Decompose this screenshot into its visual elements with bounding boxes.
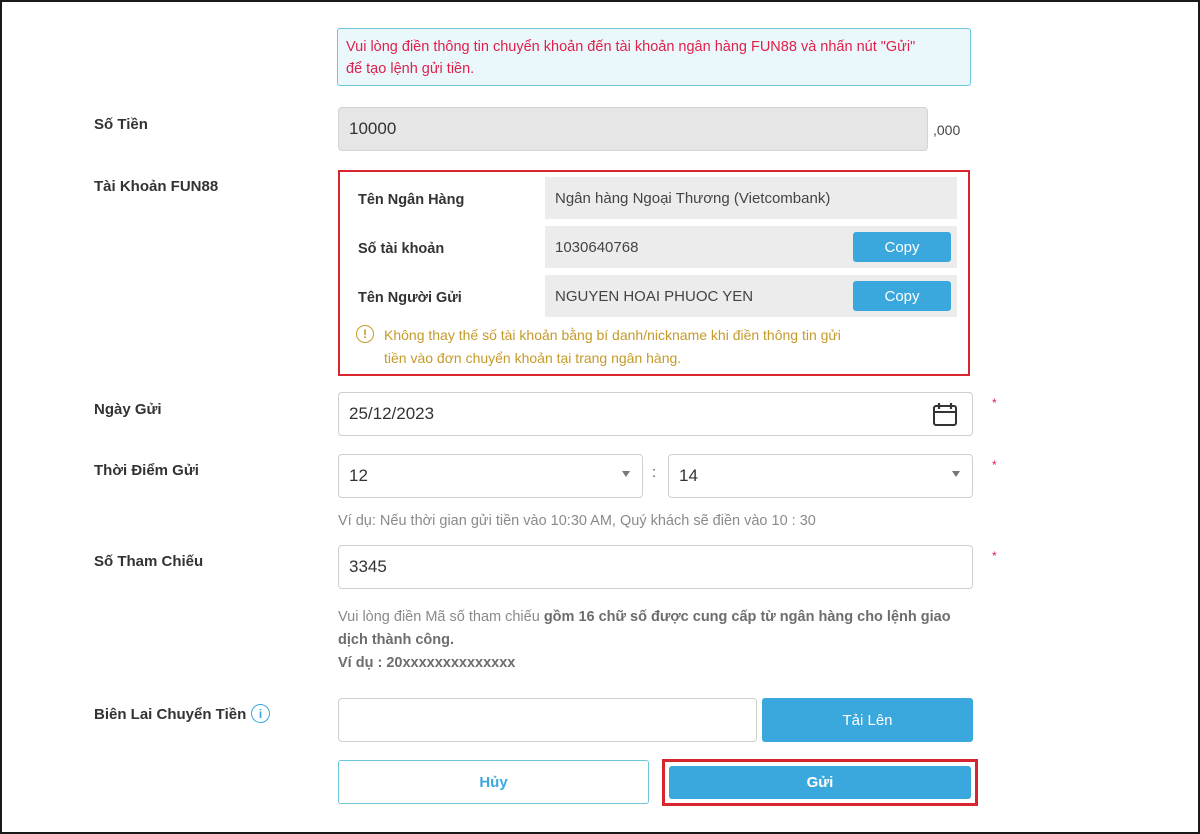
account-number-label: Số tài khoản xyxy=(358,241,445,257)
sender-name-field: NGUYEN HOAI PHUOC YEN Copy xyxy=(545,275,957,317)
reference-label: Số Tham Chiếu xyxy=(94,553,204,570)
reference-example: Ví dụ : 20xxxxxxxxxxxxxx xyxy=(338,655,516,671)
date-required-mark: * xyxy=(992,396,997,410)
receipt-label-text: Biên Lai Chuyển Tiền xyxy=(94,706,247,723)
submit-button[interactable]: Gửi xyxy=(669,766,971,799)
upload-button[interactable]: Tải Lên xyxy=(762,698,973,742)
date-value: 25/12/2023 xyxy=(349,404,435,423)
minute-value: 14 xyxy=(679,466,698,485)
amount-input[interactable]: 10000 xyxy=(338,107,928,151)
notice-line-2: để tạo lệnh gửi tiền. xyxy=(346,61,475,77)
info-icon[interactable]: i xyxy=(251,704,270,723)
account-label: Tài Khoản FUN88 xyxy=(94,178,219,195)
account-warning: ! Không thay thế số tài khoản bằng bí da… xyxy=(356,324,916,370)
date-input[interactable]: 25/12/2023 xyxy=(338,392,973,436)
submit-highlight: Gửi xyxy=(662,759,978,806)
account-number-value: 1030640768 xyxy=(555,238,639,256)
copy-account-number-button[interactable]: Copy xyxy=(853,232,951,262)
date-label: Ngày Gửi xyxy=(94,401,162,418)
reference-hint-bold-2: dịch thành công. xyxy=(338,632,454,648)
amount-label: Số Tiền xyxy=(94,116,148,133)
hour-value: 12 xyxy=(349,466,368,485)
receipt-label: Biên Lai Chuyển Tiền xyxy=(94,706,246,723)
warning-line-2: tiền vào đơn chuyển khoản tại trang ngân… xyxy=(384,350,682,366)
reference-hint-bold: gồm 16 chữ số được cung cấp từ ngân hàng… xyxy=(543,609,951,625)
time-required-mark: * xyxy=(992,458,997,472)
time-label: Thời Điểm Gửi xyxy=(94,462,199,479)
bank-name-field: Ngân hàng Ngoại Thương (Vietcombank) xyxy=(545,177,957,219)
warning-icon: ! xyxy=(356,325,374,343)
time-separator: : xyxy=(652,464,657,481)
reference-hint-prefix: Vui lòng điền Mã số tham chiếu xyxy=(338,609,544,625)
sender-name-value: NGUYEN HOAI PHUOC YEN xyxy=(555,287,754,305)
hour-select[interactable]: 12 xyxy=(338,454,643,498)
reference-value: 3345 xyxy=(349,557,387,576)
reference-hint: Vui lòng điền Mã số tham chiếu gồm 16 ch… xyxy=(338,606,998,675)
account-number-field: 1030640768 Copy xyxy=(545,226,957,268)
reference-required-mark: * xyxy=(992,549,997,563)
chevron-down-icon xyxy=(622,471,630,477)
notice-line-1: Vui lòng điền thông tin chuyển khoản đến… xyxy=(346,39,916,55)
instruction-notice: Vui lòng điền thông tin chuyển khoản đến… xyxy=(337,28,971,86)
amount-suffix: ,000 xyxy=(933,122,961,138)
minute-select[interactable]: 14 xyxy=(668,454,973,498)
warning-line-1: Không thay thế số tài khoản bằng bí danh… xyxy=(384,327,841,343)
bank-name-value: Ngân hàng Ngoại Thương (Vietcombank) xyxy=(555,189,831,207)
receipt-file-input[interactable] xyxy=(338,698,757,742)
bank-name-label: Tên Ngân Hàng xyxy=(358,192,465,208)
calendar-icon[interactable] xyxy=(932,401,958,427)
account-details-box: Tên Ngân Hàng Ngân hàng Ngoại Thương (Vi… xyxy=(338,170,970,376)
reference-input[interactable]: 3345 xyxy=(338,545,973,589)
chevron-down-icon xyxy=(952,471,960,477)
time-hint: Ví dụ: Nếu thời gian gửi tiền vào 10:30 … xyxy=(338,513,816,529)
amount-value: 10000 xyxy=(349,119,397,138)
cancel-button[interactable]: Hủy xyxy=(338,760,649,804)
copy-sender-name-button[interactable]: Copy xyxy=(853,281,951,311)
sender-name-label: Tên Người Gửi xyxy=(358,290,462,306)
